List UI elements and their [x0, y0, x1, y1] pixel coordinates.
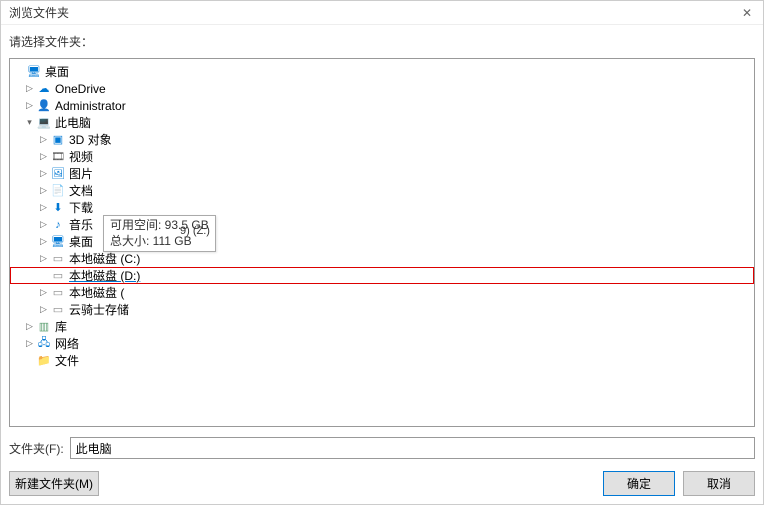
tree-item-files[interactable]: ▷ 📁 文件 — [10, 352, 754, 369]
tree-label: OneDrive — [55, 82, 106, 96]
folder-tree[interactable]: ▷ 🖥 桌面 ▷ ☁ OneDrive ▷ 👤 Administrator ▾ … — [9, 58, 755, 427]
tree-item-admin[interactable]: ▷ 👤 Administrator — [10, 97, 754, 114]
cloud-icon: ☁ — [36, 82, 52, 96]
titlebar: 浏览文件夹 ✕ — [1, 1, 763, 25]
tree-item-video[interactable]: ▷ 🎞 视频 — [10, 148, 754, 165]
objects3d-icon: ▣ — [50, 133, 66, 147]
tree-item-onedrive[interactable]: ▷ ☁ OneDrive — [10, 80, 754, 97]
disk-icon: ▭ — [50, 303, 66, 317]
dialog-title: 浏览文件夹 — [9, 4, 69, 21]
tree-item-downloads[interactable]: ▷ ⬇ 下载 — [10, 199, 754, 216]
tree-item-disk-c[interactable]: ▷ ▭ 本地磁盘 (C:) — [10, 250, 754, 267]
tree-label: 库 — [55, 318, 67, 335]
tree-label: 云骑士存储 — [69, 301, 129, 318]
tree-label: 本地磁盘 (D:) — [69, 267, 140, 284]
desktop-icon: 🖥 — [26, 65, 42, 79]
tree-label: 视频 — [69, 148, 93, 165]
tree-label: 网络 — [55, 335, 79, 352]
tree-label: 音乐 — [69, 216, 93, 233]
expander-icon[interactable]: ▷ — [38, 236, 49, 247]
expander-icon[interactable]: ▷ — [38, 287, 49, 298]
pictures-icon: 🖼 — [50, 167, 66, 181]
folder-icon: 📁 — [36, 354, 52, 368]
close-icon[interactable]: ✕ — [739, 5, 755, 21]
expander-icon[interactable]: ▷ — [24, 100, 35, 111]
tooltip-trail: 9) (Z:) — [180, 225, 210, 237]
documents-icon: 📄 — [50, 184, 66, 198]
tree-item-3d[interactable]: ▷ ▣ 3D 对象 — [10, 131, 754, 148]
downloads-icon: ⬇ — [50, 201, 66, 215]
tree-item-pictures[interactable]: ▷ 🖼 图片 — [10, 165, 754, 182]
tree-label: 桌面 — [45, 63, 69, 80]
expander-icon[interactable]: ▷ — [38, 185, 49, 196]
tree-item-cloud-z[interactable]: ▷ ▭ 云骑士存储 — [10, 301, 754, 318]
expander-icon[interactable]: ▷ — [38, 134, 49, 145]
libraries-icon: ▥ — [36, 320, 52, 334]
desktop-icon: 🖥 — [50, 235, 66, 249]
expander-icon[interactable]: ▷ — [38, 219, 49, 230]
disk-icon: ▭ — [50, 269, 66, 283]
cancel-button[interactable]: 取消 — [683, 471, 755, 496]
tree-label: 本地磁盘 (C:) — [69, 250, 140, 267]
tree-label: 此电脑 — [55, 114, 91, 131]
tree-label: 3D 对象 — [69, 131, 112, 148]
expander-icon[interactable]: ▷ — [38, 304, 49, 315]
folder-label: 文件夹(F): — [9, 440, 64, 457]
ok-button[interactable]: 确定 — [603, 471, 675, 496]
expander-icon[interactable]: ▷ — [38, 151, 49, 162]
tree-item-disk-d[interactable]: ▷ ▭ 本地磁盘 (D:) — [10, 267, 754, 284]
expander-icon[interactable]: ▷ — [38, 168, 49, 179]
tree-item-thispc[interactable]: ▾ 💻 此电脑 — [10, 114, 754, 131]
prompt-label: 请选择文件夹： — [1, 25, 763, 54]
expander-icon[interactable]: ▷ — [38, 202, 49, 213]
tree-label: 桌面 — [69, 233, 93, 250]
tree-item-libs[interactable]: ▷ ▥ 库 — [10, 318, 754, 335]
tree-label: Administrator — [55, 99, 126, 113]
tree-label: 下载 — [69, 199, 93, 216]
video-icon: 🎞 — [50, 150, 66, 164]
network-icon: 🖧 — [36, 337, 52, 351]
folder-row: 文件夹(F): — [1, 431, 763, 465]
disk-icon: ▭ — [50, 286, 66, 300]
expander-icon[interactable]: ▷ — [24, 83, 35, 94]
button-row: 新建文件夹(M) 确定 取消 — [1, 465, 763, 504]
expander-icon[interactable]: ▾ — [24, 117, 35, 128]
tree-item-desktop[interactable]: ▷ 🖥 桌面 — [10, 63, 754, 80]
tree-label: 文档 — [69, 182, 93, 199]
music-icon: ♪ — [50, 218, 66, 232]
expander-icon[interactable]: ▷ — [38, 253, 49, 264]
tree-item-network[interactable]: ▷ 🖧 网络 — [10, 335, 754, 352]
user-icon: 👤 — [36, 99, 52, 113]
tree-label: 图片 — [69, 165, 93, 182]
expander-icon[interactable]: ▷ — [24, 338, 35, 349]
new-folder-button[interactable]: 新建文件夹(M) — [9, 471, 99, 496]
tree-label: 文件 — [55, 352, 79, 369]
expander-icon[interactable]: ▷ — [24, 321, 35, 332]
tree-item-documents[interactable]: ▷ 📄 文档 — [10, 182, 754, 199]
folder-input[interactable] — [70, 437, 755, 459]
disk-icon: ▭ — [50, 252, 66, 266]
pc-icon: 💻 — [36, 116, 52, 130]
tree-item-disk-e[interactable]: ▷ ▭ 本地磁盘 ( — [10, 284, 754, 301]
tree-label: 本地磁盘 ( — [69, 284, 124, 301]
